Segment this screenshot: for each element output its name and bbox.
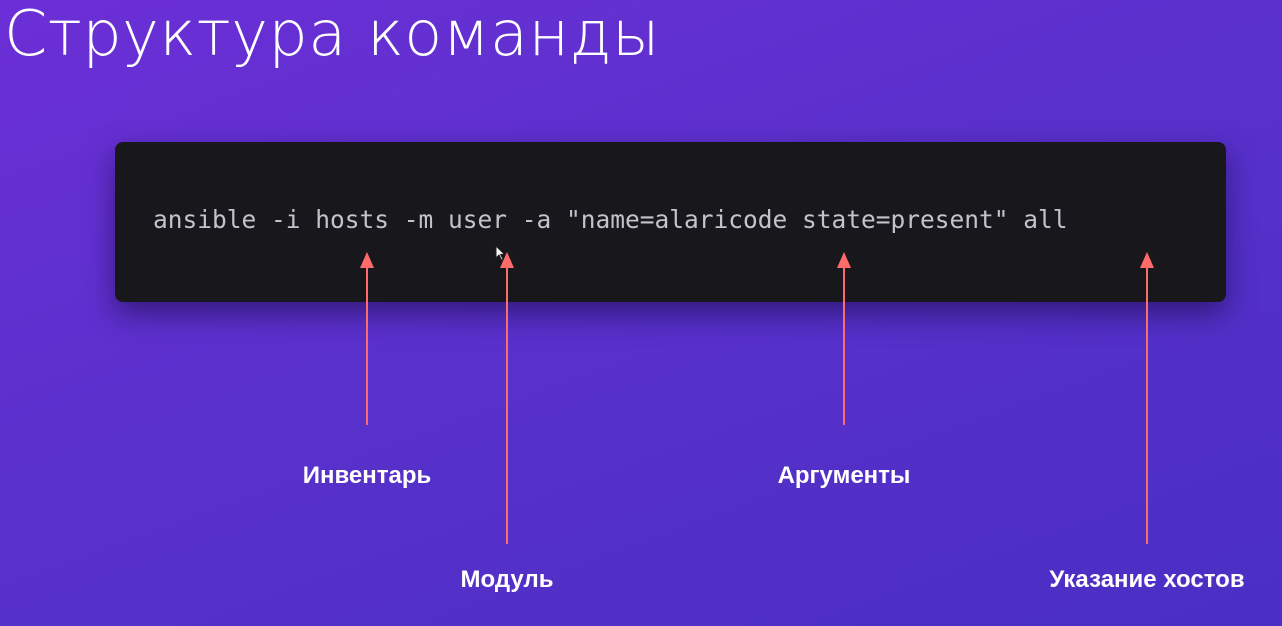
code-block: ansible -i hosts -m user -a "name=alaric… [115,142,1226,302]
inventory-label: Инвентарь [302,462,432,489]
hosts-arrow [1140,252,1154,544]
command-text: ansible -i hosts -m user -a "name=alaric… [153,205,1068,234]
module-label: Модуль [460,566,554,593]
slide-title: Структура команды [4,0,660,70]
hosts-label: Указание хостов [1049,566,1245,593]
mouse-pointer-icon [495,245,505,261]
module-arrow [500,252,514,544]
arguments-label: Аргументы [777,462,911,489]
arguments-arrow [837,252,851,425]
inventory-arrow [360,252,374,425]
